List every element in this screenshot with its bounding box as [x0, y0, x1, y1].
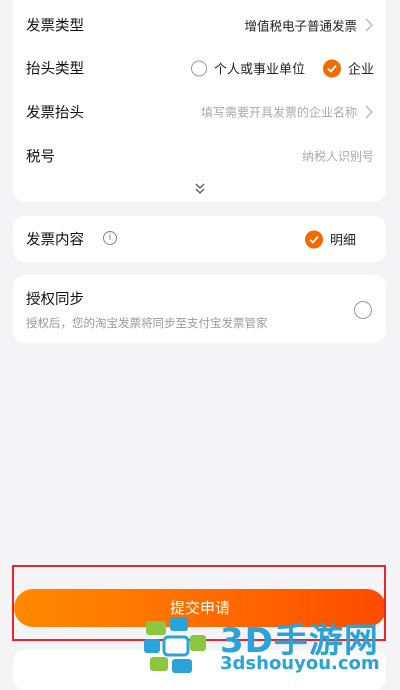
- authorization-card: 授权同步 授权后，您的淘宝发票将同步至支付宝发票管家: [13, 275, 386, 343]
- tax-number-label: 税号: [26, 149, 55, 166]
- content-detail-label: 明细: [330, 233, 357, 249]
- double-chevron-down-icon[interactable]: [193, 182, 207, 196]
- invoice-type-label: 发票类型: [26, 18, 84, 35]
- invoice-content-label: 发票内容: [26, 232, 84, 249]
- title-type-label: 抬头类型: [26, 61, 84, 78]
- radio-unchecked-icon: [191, 60, 207, 76]
- authorization-description: 授权后，您的淘宝发票将同步至支付宝发票管家: [26, 316, 268, 330]
- invoice-title-row[interactable]: 发票抬头 填写需要开具发票的企业名称: [13, 90, 386, 134]
- watermark: 3D手游网 3dshouyou.com: [138, 607, 400, 679]
- radio-checked-icon: [305, 230, 323, 248]
- watermark-logo-icon: [144, 617, 206, 673]
- title-type-personal-option[interactable]: 个人或事业单位: [191, 59, 305, 78]
- title-type-company-label: 企业: [348, 62, 375, 78]
- invoice-content-card: 发票内容 i 明细: [13, 216, 386, 262]
- content-detail-option[interactable]: 明细: [305, 230, 356, 249]
- title-type-row: 抬头类型 个人或事业单位 企业: [13, 46, 386, 90]
- authorization-title: 授权同步: [26, 292, 84, 308]
- invoice-title-label: 发票抬头: [26, 105, 84, 122]
- authorization-toggle[interactable]: [354, 301, 372, 319]
- watermark-domain: 3dshouyou.com: [220, 653, 380, 674]
- tax-number-input[interactable]: 纳税人识别号: [302, 148, 374, 165]
- invoice-type-value: 增值税电子普通发票: [244, 18, 357, 34]
- invoice-title-input[interactable]: 填写需要开具发票的企业名称: [201, 104, 357, 121]
- radio-checked-icon: [323, 59, 341, 77]
- chevron-right-icon: [365, 105, 373, 119]
- chevron-right-icon: [365, 18, 373, 32]
- invoice-info-card: 发票类型 增值税电子普通发票 抬头类型 个人或事业单位 企业 发票抬头 填写需要…: [13, 0, 386, 202]
- invoice-type-row[interactable]: 发票类型 增值税电子普通发票: [13, 3, 386, 47]
- title-type-company-option[interactable]: 企业: [323, 59, 374, 78]
- info-icon[interactable]: i: [103, 231, 117, 245]
- tax-number-row: 税号 纳税人识别号: [13, 134, 386, 178]
- title-type-personal-label: 个人或事业单位: [214, 62, 306, 78]
